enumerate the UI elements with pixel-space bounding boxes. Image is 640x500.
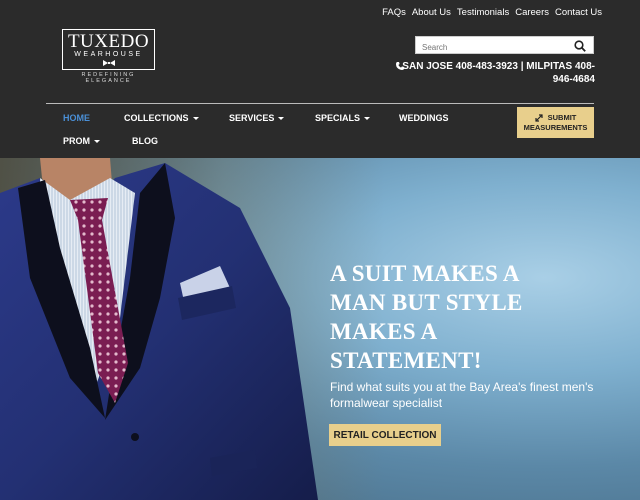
expand-icon [535,113,543,122]
site-logo[interactable]: TUXEDO WEARHOUSE REDEFINING ELEGANCE [62,29,155,84]
nav-services[interactable]: SERVICES [229,113,285,123]
nav-collections-label: COLLECTIONS [124,113,189,123]
hero-subtext: Find what suits you at the Bay Area's fi… [330,380,594,410]
nav-blog-label: BLOG [132,136,158,146]
logo-sub-text: WEARHOUSE [74,51,143,58]
logo-frame: TUXEDO WEARHOUSE [62,29,155,70]
retail-collection-button[interactable]: RETAIL COLLECTION [329,424,441,446]
nav-collections[interactable]: COLLECTIONS [124,113,199,123]
submit-label-line2: MEASUREMENTS [523,122,588,132]
hero-model-image [0,158,318,500]
hero-headline-line1: A SUIT MAKES A [330,261,520,286]
header-divider [46,103,594,104]
nav-home-label: HOME [63,113,90,123]
chevron-down-icon [278,117,285,120]
bowtie-icon [102,60,115,66]
submit-row: SUBMIT [535,112,577,123]
hero-headline-line2: MAN BUT STYLE [330,290,523,315]
submit-label-line1: SUBMIT [547,112,577,122]
nav-weddings[interactable]: WEDDINGS [399,113,449,123]
submit-measurements-button[interactable]: SUBMIT MEASUREMENTS [517,107,594,138]
nav-prom[interactable]: PROM [63,136,100,146]
nav-weddings-label: WEDDINGS [399,113,449,123]
hero-headline-line4: STATEMENT! [330,348,482,373]
search-icon[interactable] [574,40,586,52]
logo-tagline: REDEFINING ELEGANCE [81,72,136,84]
contact-us-link[interactable]: Contact Us [555,7,602,18]
site-header: FAQs About Us Testimonials Careers Conta… [0,0,640,158]
chevron-down-icon [94,140,100,143]
search-box [415,36,594,56]
hero-headline: A SUIT MAKES A MAN BUT STYLE MAKES A STA… [330,259,570,375]
phone-numbers: SAN JOSE 408-483-3923 | MILPITAS 408-946… [395,60,595,86]
search-input[interactable] [416,39,566,56]
phone-text: SAN JOSE 408-483-3923 | MILPITAS 408-946… [402,61,595,85]
nav-blog[interactable]: BLOG [132,136,158,146]
nav-home[interactable]: HOME [63,113,90,123]
nav-services-label: SERVICES [229,113,275,123]
nav-prom-label: PROM [63,136,90,146]
top-links: FAQs About Us Testimonials Careers Conta… [382,7,602,18]
about-us-link[interactable]: About Us [412,7,451,18]
testimonials-link[interactable]: Testimonials [457,7,509,18]
faqs-link[interactable]: FAQs [382,7,406,18]
careers-link[interactable]: Careers [515,7,549,18]
phone-icon [396,62,404,70]
hero-headline-line3: MAKES A [330,319,438,344]
hero-banner: A SUIT MAKES A MAN BUT STYLE MAKES A STA… [0,158,640,500]
chevron-down-icon [192,117,199,120]
nav-specials-label: SPECIALS [315,113,361,123]
nav-specials[interactable]: SPECIALS [315,113,371,123]
chevron-down-icon [364,117,371,120]
logo-main-text: TUXEDO [67,31,150,52]
